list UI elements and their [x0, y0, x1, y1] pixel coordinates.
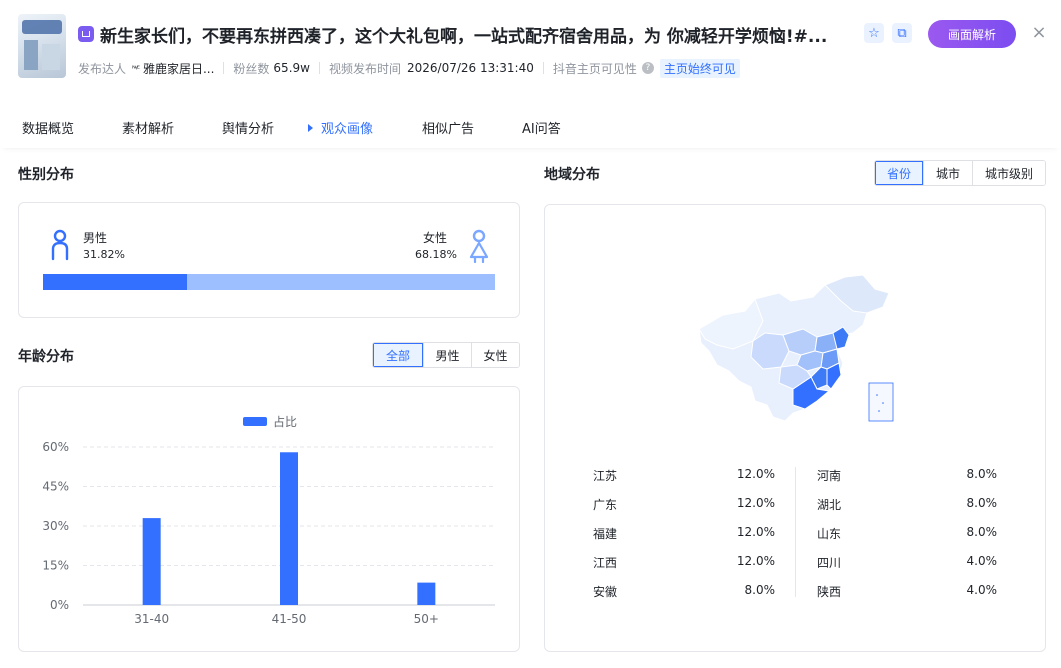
visibility-label: 抖音主页可见性 [552, 61, 637, 76]
x-tick-label: 31-40 [134, 612, 169, 626]
x-tick-label: 41-50 [272, 612, 307, 626]
region-filter-province[interactable]: 省份 [875, 161, 923, 185]
male-label: 男性 [83, 231, 108, 245]
female-pct: 68.18% [415, 248, 457, 261]
fans-label: 粉丝数 [233, 61, 270, 76]
publisher-label: 发布达人 [78, 61, 127, 76]
gender-title: 性别分布 [18, 167, 74, 183]
region-name: 山东 [817, 527, 842, 541]
fans-value: 65.9w [273, 61, 310, 75]
parse-button[interactable]: 画面解析 [928, 20, 1016, 48]
region-filter-city-level[interactable]: 城市级别 [972, 161, 1045, 185]
title-row: 新生家长们，不要再东拼西凑了，这个大礼包啊，一站式配齐宿舍用品，为 你减轻开学烦… [78, 20, 878, 48]
female-icon [469, 229, 489, 263]
legend-label: 占比 [273, 414, 297, 429]
age-filter: 全部 男性 女性 [372, 342, 520, 368]
region-value: 12.0% [736, 467, 775, 481]
region-title: 地域分布 [544, 167, 600, 183]
region-value: 8.0% [744, 583, 776, 597]
bar [280, 452, 298, 605]
active-indicator-icon [308, 124, 313, 132]
tab-overview[interactable]: 数据概览 [22, 118, 74, 137]
region-value: 8.0% [966, 496, 998, 510]
region-value: 4.0% [966, 554, 998, 568]
external-link-icon[interactable]: ⧉ [892, 23, 912, 43]
region-value: 12.0% [736, 554, 775, 568]
region-value: 8.0% [966, 467, 998, 481]
star-icon[interactable]: ☆ [864, 23, 884, 43]
region-filter: 省份 城市 城市级别 [874, 160, 1046, 186]
region-card: 江苏 12.0% 广东 12.0% 福建 12.0% 江西 12.0% 安徽 8… [544, 204, 1046, 652]
tab-bar: 数据概览 素材解析 舆情分析 观众画像 相似广告 AI问答 [0, 108, 1061, 148]
age-bar-chart: 占比 0% 15% 30% 45% 60% 31-40 41-50 50+ [42, 414, 495, 626]
y-tick-label: 45% [42, 480, 69, 494]
region-name: 福建 [593, 527, 618, 541]
age-chart-card: 占比 0% 15% 30% 45% 60% 31-40 41-50 50+ [18, 386, 520, 652]
video-thumbnail[interactable] [18, 14, 66, 78]
china-map[interactable] [693, 271, 903, 431]
region-name: 江苏 [593, 469, 618, 483]
tab-ai-qa[interactable]: AI问答 [522, 118, 561, 137]
bar [417, 582, 436, 605]
region-value: 8.0% [966, 525, 998, 539]
region-divider [795, 467, 796, 597]
region-name: 湖北 [817, 498, 842, 512]
x-tick-label: 50+ [414, 612, 439, 626]
close-icon[interactable]: × [1030, 24, 1048, 42]
tab-audience[interactable]: 观众画像 [308, 118, 373, 137]
visibility-badge: 主页始终可见 [659, 58, 740, 78]
publisher-name[interactable]: 雅鹿家居日... [143, 60, 214, 77]
video-title[interactable]: 新生家长们，不要再东拼西凑了，这个大礼包啊，一站式配齐宿舍用品，为 你减轻开学烦… [100, 22, 878, 47]
region-value: 4.0% [966, 583, 998, 597]
y-tick-label: 60% [42, 440, 69, 454]
male-bar-fill [43, 274, 187, 290]
age-filter-all[interactable]: 全部 [373, 343, 423, 367]
publisher-avatar: ᴺᵞᴱ [132, 63, 140, 73]
age-filter-male[interactable]: 男性 [423, 343, 471, 367]
y-tick-label: 0% [50, 598, 69, 612]
publish-time-value: 2026/07/26 13:31:40 [406, 61, 534, 75]
region-name: 江西 [593, 556, 618, 570]
region-filter-city[interactable]: 城市 [923, 161, 972, 185]
help-icon[interactable]: ? [641, 62, 654, 74]
tab-similar-ads[interactable]: 相似广告 [422, 118, 474, 137]
meta-row: 发布达人 ᴺᵞᴱ 雅鹿家居日... 粉丝数 65.9w 视频发布时间 2026/… [78, 58, 740, 78]
tab-sentiment[interactable]: 舆情分析 [222, 118, 274, 137]
male-icon [51, 229, 69, 261]
bar [142, 518, 161, 605]
video-header: 新生家长们，不要再东拼西凑了，这个大礼包啊，一站式配齐宿舍用品，为 你减轻开学烦… [0, 0, 1061, 100]
tab-material[interactable]: 素材解析 [122, 118, 174, 137]
region-name: 安徽 [593, 585, 618, 599]
gender-bar [43, 274, 495, 290]
region-name: 广东 [593, 498, 618, 512]
legend-swatch [243, 417, 267, 426]
male-pct: 31.82% [83, 248, 125, 261]
region-name: 河南 [817, 469, 842, 483]
region-value: 12.0% [736, 496, 775, 510]
region-name: 四川 [817, 556, 842, 570]
age-filter-female[interactable]: 女性 [471, 343, 519, 367]
age-title: 年龄分布 [18, 349, 74, 365]
region-value: 12.0% [736, 525, 775, 539]
region-name: 陕西 [817, 585, 842, 599]
y-tick-label: 30% [42, 519, 69, 533]
y-tick-label: 15% [42, 559, 69, 573]
publish-time-label: 视频发布时间 [328, 61, 401, 76]
gender-card: 男性 31.82% 女性 68.18% [18, 202, 520, 318]
video-type-icon [78, 26, 94, 42]
female-label: 女性 [423, 231, 448, 245]
